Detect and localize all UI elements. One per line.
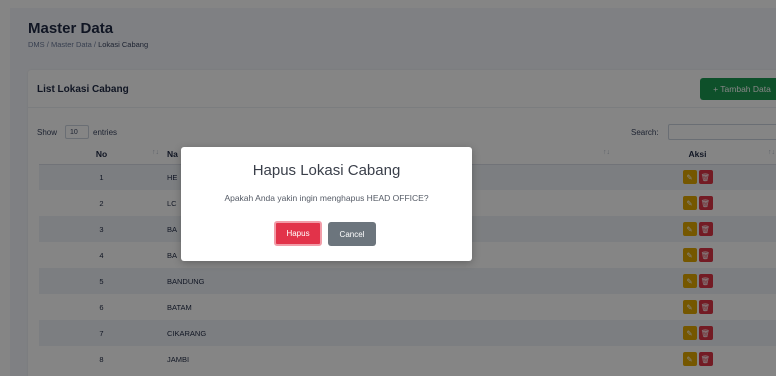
modal-message: Apakah Anda yakin ingin menghapus HEAD O… bbox=[224, 193, 429, 203]
cancel-button[interactable]: Cancel bbox=[328, 222, 376, 246]
confirm-delete-button[interactable]: Hapus bbox=[274, 221, 322, 246]
delete-confirm-modal: Hapus Lokasi Cabang Apakah Anda yakin in… bbox=[181, 147, 472, 261]
page: Master Data DMS / Master Data / Lokasi C… bbox=[0, 0, 776, 376]
modal-title: Hapus Lokasi Cabang bbox=[252, 162, 401, 179]
